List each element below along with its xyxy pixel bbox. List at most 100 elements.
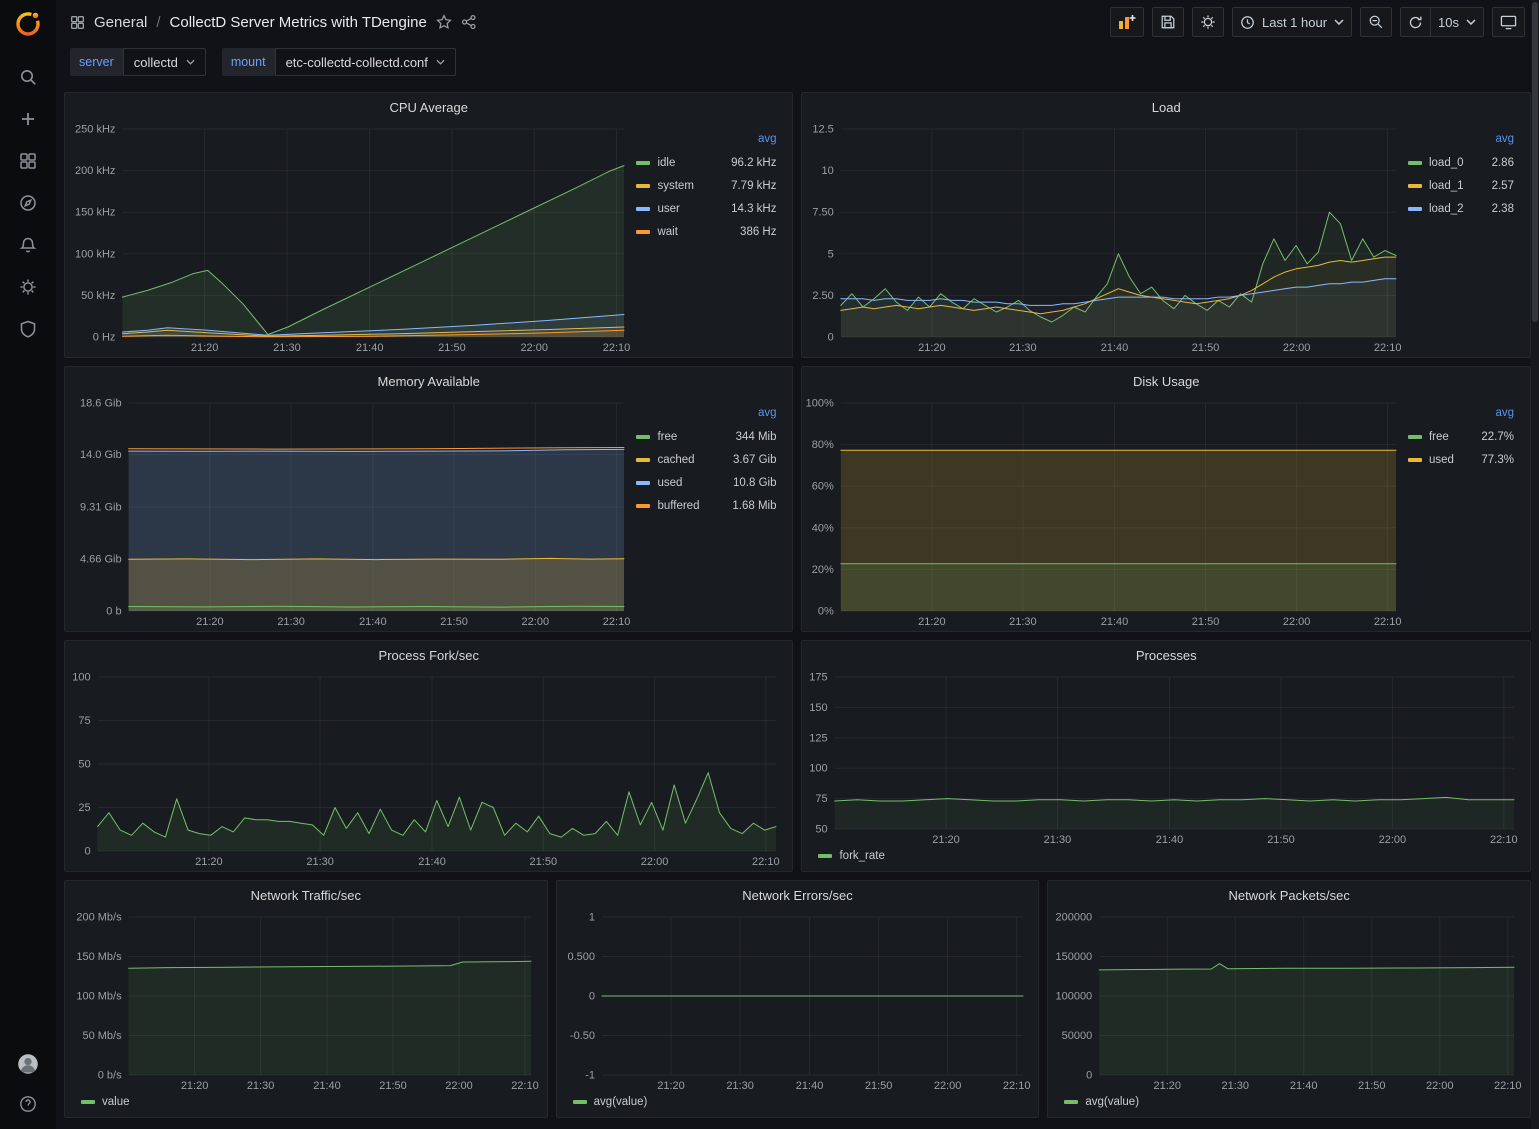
disk-usage-chart[interactable]: 0%20%40%60%80%100%21:2021:3021:4021:5022…: [804, 395, 1406, 629]
legend-item[interactable]: buffered1.68 Mib: [636, 494, 776, 517]
legend-item[interactable]: system7.79 kHz: [636, 174, 776, 197]
panel-title-load[interactable]: Load: [802, 93, 1530, 121]
legend-item[interactable]: idle96.2 kHz: [636, 151, 776, 174]
legend-series-name: load_1: [1429, 180, 1464, 192]
svg-text:0 b: 0 b: [106, 606, 121, 618]
network-traffic-chart[interactable]: 0 b/s50 Mb/s100 Mb/s150 Mb/s200 Mb/s21:2…: [67, 909, 541, 1093]
alerting-button[interactable]: [8, 234, 48, 256]
svg-text:22:00: 22:00: [934, 1080, 962, 1092]
legend-item[interactable]: used77.3%: [1408, 448, 1514, 471]
cpu-average-legend: avgidle96.2 kHzsystem7.79 kHzuser14.3 kH…: [634, 121, 786, 355]
scrollbar-thumb[interactable]: [1532, 2, 1538, 322]
search-button[interactable]: [8, 66, 48, 88]
svg-text:50 kHz: 50 kHz: [81, 290, 115, 302]
legend-series-value: 2.86: [1492, 157, 1514, 169]
legend-avg-header[interactable]: avg: [636, 405, 776, 425]
svg-text:0 Hz: 0 Hz: [93, 332, 116, 344]
variable-mount-selected: etc-collectd-collectd.conf: [286, 55, 428, 70]
svg-text:22:00: 22:00: [641, 856, 669, 868]
server-admin-button[interactable]: [8, 318, 48, 340]
legend-item[interactable]: fork_rate: [818, 850, 884, 862]
legend-item[interactable]: load_22.38: [1408, 197, 1514, 220]
breadcrumb-section[interactable]: General: [94, 14, 147, 31]
svg-text:2.50: 2.50: [813, 290, 834, 302]
configuration-button[interactable]: [8, 276, 48, 298]
dashboard-grid: CPU Average 0 Hz50 kHz100 kHz150 kHz200 …: [56, 84, 1539, 1118]
legend-item[interactable]: load_12.57: [1408, 174, 1514, 197]
create-button[interactable]: [8, 108, 48, 130]
legend-item[interactable]: used10.8 Gib: [636, 471, 776, 494]
panel-title-processes[interactable]: Processes: [802, 641, 1530, 669]
add-panel-button[interactable]: [1110, 7, 1144, 37]
legend-avg-header[interactable]: avg: [636, 131, 776, 151]
legend-swatch: [1408, 207, 1422, 211]
legend-item[interactable]: avg(value): [1064, 1096, 1139, 1108]
legend-item[interactable]: value: [81, 1096, 130, 1108]
dashboard-settings-button[interactable]: [1192, 7, 1224, 37]
svg-text:22:10: 22:10: [752, 856, 780, 868]
refresh-interval-dropdown[interactable]: 10s: [1431, 7, 1484, 37]
time-range-picker[interactable]: Last 1 hour: [1232, 7, 1352, 37]
variable-server: server collectd: [70, 48, 206, 76]
legend-series-name: avg(value): [1085, 1096, 1139, 1108]
legend-item[interactable]: wait386 Hz: [636, 220, 776, 243]
legend-swatch: [636, 504, 650, 508]
variable-mount: mount etc-collectd-collectd.conf: [222, 48, 456, 76]
explore-button[interactable]: [8, 192, 48, 214]
refresh-button[interactable]: [1400, 7, 1431, 37]
legend-swatch: [1064, 1100, 1078, 1104]
avatar[interactable]: [8, 1053, 48, 1075]
load-chart[interactable]: 02.5057.501012.521:2021:3021:4021:5022:0…: [804, 121, 1406, 355]
network-packets-chart[interactable]: 05000010000015000020000021:2021:3021:402…: [1050, 909, 1524, 1093]
network-errors-chart[interactable]: -1-0.5000.500121:2021:3021:4021:5022:002…: [559, 909, 1033, 1093]
share-button[interactable]: [461, 14, 477, 30]
legend-series-name: avg(value): [594, 1096, 648, 1108]
svg-text:21:50: 21:50: [438, 342, 466, 354]
help-button[interactable]: [8, 1093, 48, 1115]
chevron-down-icon: [186, 59, 195, 65]
chart-svg: 507510012515017521:2021:3021:4021:5022:0…: [804, 669, 1524, 847]
legend-item[interactable]: avg(value): [573, 1096, 648, 1108]
cycle-view-button[interactable]: [1492, 7, 1525, 37]
variable-server-value[interactable]: collectd: [123, 48, 206, 76]
processes-chart[interactable]: 507510012515017521:2021:3021:4021:5022:0…: [804, 669, 1524, 847]
grafana-logo[interactable]: [12, 8, 44, 40]
legend-item[interactable]: load_02.86: [1408, 151, 1514, 174]
legend-item[interactable]: cached3.67 Gib: [636, 448, 776, 471]
legend-swatch: [636, 435, 650, 439]
save-dashboard-button[interactable]: [1152, 7, 1184, 37]
zoom-out-button[interactable]: [1360, 7, 1392, 37]
scrollbar[interactable]: [1531, 0, 1539, 1129]
legend-item[interactable]: free22.7%: [1408, 425, 1514, 448]
variable-mount-value[interactable]: etc-collectd-collectd.conf: [275, 48, 456, 76]
panel-title-network-packets[interactable]: Network Packets/sec: [1048, 881, 1530, 909]
svg-text:22:00: 22:00: [1379, 834, 1407, 846]
chart-svg: 0 b4.66 Gib9.31 Gib14.0 Gib18.6 Gib21:20…: [67, 395, 634, 629]
variable-mount-label: mount: [222, 48, 275, 76]
panel-title-network-errors[interactable]: Network Errors/sec: [557, 881, 1039, 909]
panel-title-process-fork[interactable]: Process Fork/sec: [65, 641, 792, 669]
dashboard-title[interactable]: CollectD Server Metrics with TDengine: [170, 14, 427, 31]
panel-title-text: Load: [1152, 100, 1181, 115]
svg-text:21:20: 21:20: [191, 342, 219, 354]
panel-title-disk-usage[interactable]: Disk Usage: [802, 367, 1530, 395]
svg-text:7.50: 7.50: [813, 207, 834, 219]
legend-avg-header[interactable]: avg: [1408, 131, 1514, 151]
svg-text:22:00: 22:00: [1426, 1080, 1454, 1092]
panel-cpu-average: CPU Average 0 Hz50 kHz100 kHz150 kHz200 …: [64, 92, 793, 358]
panel-title-memory-available[interactable]: Memory Available: [65, 367, 792, 395]
legend-avg-header[interactable]: avg: [1408, 405, 1514, 425]
memory-available-chart[interactable]: 0 b4.66 Gib9.31 Gib14.0 Gib18.6 Gib21:20…: [67, 395, 634, 629]
svg-text:10: 10: [822, 165, 834, 177]
dashboards-button[interactable]: [8, 150, 48, 172]
svg-text:21:20: 21:20: [919, 616, 947, 628]
legend-series-name: used: [1429, 454, 1454, 466]
svg-text:21:40: 21:40: [418, 856, 446, 868]
panel-title-network-traffic[interactable]: Network Traffic/sec: [65, 881, 547, 909]
star-button[interactable]: [436, 14, 452, 30]
legend-item[interactable]: free344 Mib: [636, 425, 776, 448]
process-fork-chart[interactable]: 025507510021:2021:3021:4021:5022:0022:10: [67, 669, 786, 869]
panel-title-cpu-average[interactable]: CPU Average: [65, 93, 792, 121]
legend-item[interactable]: user14.3 kHz: [636, 197, 776, 220]
cpu-average-chart[interactable]: 0 Hz50 kHz100 kHz150 kHz200 kHz250 kHz21…: [67, 121, 634, 355]
